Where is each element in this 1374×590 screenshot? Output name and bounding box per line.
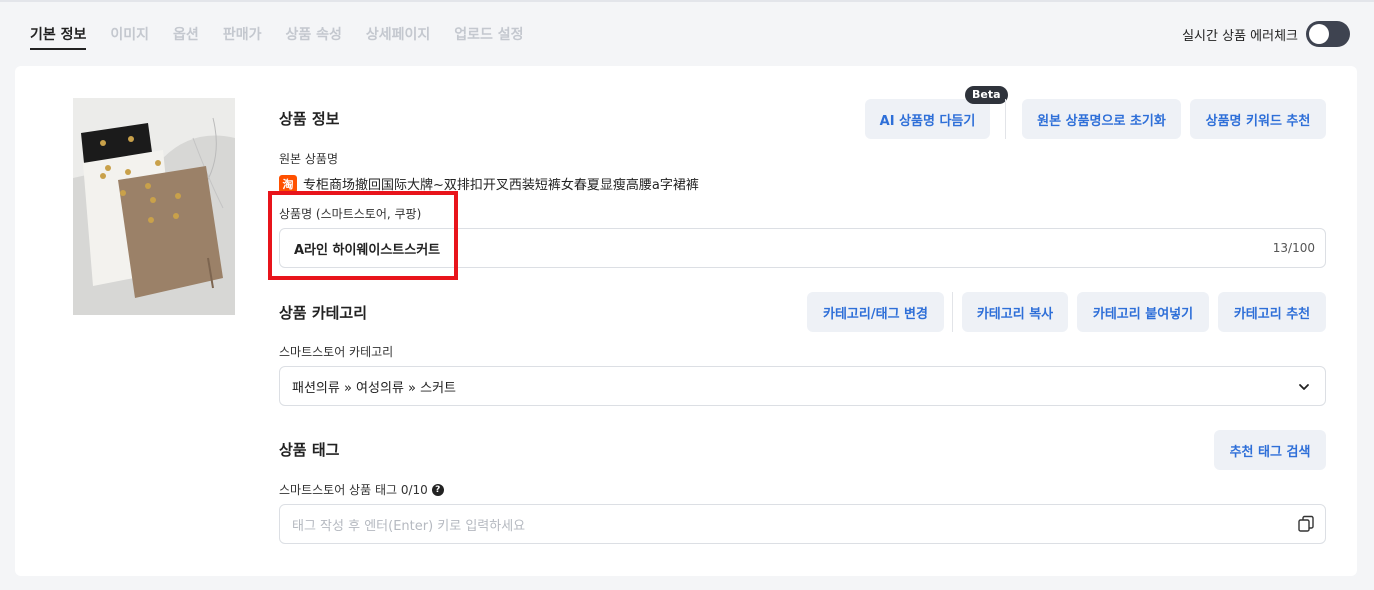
taobao-icon: 淘 [279,174,297,193]
tab-upload-settings[interactable]: 업로드 설정 [454,24,523,50]
smartstore-category-label: 스마트스토어 카테고리 [279,345,394,359]
tag-input[interactable]: 태그 작성 후 엔터(Enter) 키로 입력하세요 [279,504,1326,544]
toggle-knob [1309,24,1329,44]
tab-bar: 기본 정보 이미지 옵션 판매가 상품 속성 상세페이지 업로드 설정 [30,24,548,52]
tab-basic-info[interactable]: 기본 정보 [30,24,87,50]
beta-badge: Beta [965,86,1008,104]
product-image [73,98,235,315]
basic-info-card: 상품 정보 AI 상품명 다듬기 Beta 원본 상품명으로 초기화 상품명 키… [15,66,1357,576]
live-error-check-label: 실시간 상품 에러체크 [1182,28,1298,44]
tab-attributes[interactable]: 상품 속성 [285,24,341,50]
smartstore-tag-label: 스마트스토어 상품 태그 0/10 ? [279,481,444,498]
tab-options[interactable]: 옵션 [173,24,199,50]
help-icon[interactable]: ? [431,483,444,496]
divider [952,292,953,332]
name-keyword-recommend-button[interactable]: 상품명 키워드 추천 [1190,99,1326,139]
tab-price[interactable]: 판매가 [223,24,262,50]
tags-title: 상품 태그 [279,441,340,459]
divider [1005,99,1006,139]
category-selected-value: 패션의류 » 여성의류 » 스커트 [292,380,456,396]
tab-images[interactable]: 이미지 [110,24,149,50]
recommend-tag-search-button[interactable]: 추천 태그 검색 [1214,430,1326,470]
category-paste-button[interactable]: 카테고리 붙여넣기 [1077,292,1209,332]
category-copy-button[interactable]: 카테고리 복사 [962,292,1068,332]
product-name-counter: 13/100 [1272,241,1315,255]
original-name-label: 원본 상품명 [279,152,339,166]
product-name-input[interactable]: A라인 하이웨이스트스커트 13/100 [279,228,1326,268]
product-name-label: 상품명 (스마트스토어, 쿠팡) [279,207,422,221]
live-error-check: 실시간 상품 에러체크 [1182,21,1350,47]
category-tag-change-button[interactable]: 카테고리/태그 변경 [807,292,944,332]
category-recommend-button[interactable]: 카테고리 추천 [1218,292,1326,332]
category-title: 상품 카테고리 [279,304,368,322]
chevron-down-icon [1299,384,1309,390]
original-name-row: 淘 专柜商场撤回国际大牌~双排扣开叉西装短裤女春夏显瘦高腰a字裙裤 [279,174,699,193]
ai-name-refine-button[interactable]: AI 상품명 다듬기 [865,99,990,139]
tag-input-placeholder: 태그 작성 후 엔터(Enter) 키로 입력하세요 [292,518,526,534]
smartstore-tag-label-text: 스마트스토어 상품 태그 0/10 [279,483,428,497]
category-select[interactable]: 패션의류 » 여성의류 » 스커트 [279,366,1326,406]
product-name-value: A라인 하이웨이스트스커트 [294,242,441,258]
tab-detail-page[interactable]: 상세페이지 [366,24,430,50]
reset-original-name-button[interactable]: 원본 상품명으로 초기화 [1022,99,1181,139]
original-name-text: 专柜商场撤回国际大牌~双排扣开叉西装短裤女春夏显瘦高腰a字裙裤 [303,178,699,193]
live-error-check-toggle[interactable] [1306,21,1350,47]
copy-icon[interactable] [1297,515,1315,533]
product-info-title: 상품 정보 [279,110,340,128]
